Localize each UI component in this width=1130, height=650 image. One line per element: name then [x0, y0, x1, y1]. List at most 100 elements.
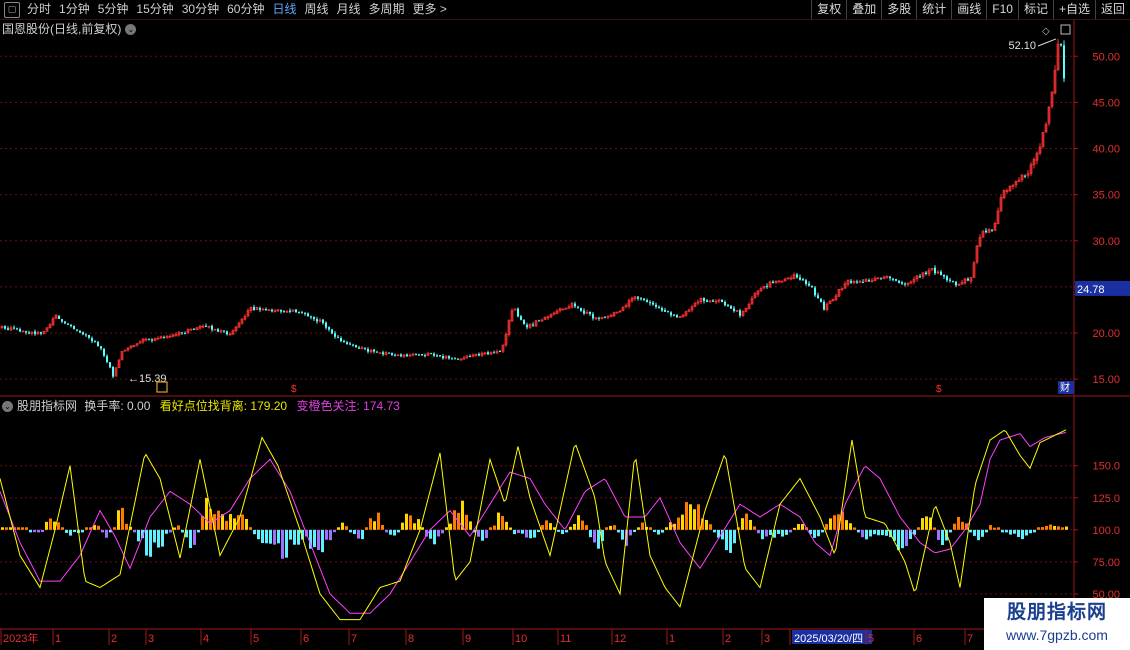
candle-body: [4, 325, 6, 329]
turnover-bar: [1057, 526, 1060, 530]
turnover-bar: [621, 529, 624, 540]
turnover-bar: [297, 529, 300, 545]
candle-body: [340, 338, 342, 342]
turnover-bar: [217, 510, 220, 530]
candle-body: [451, 358, 453, 360]
candle-body: [439, 355, 441, 357]
turnover-bar: [225, 520, 228, 530]
candle-body: [955, 281, 957, 286]
turnover-bar: [465, 514, 468, 530]
turnover-bar: [629, 529, 632, 536]
turnover-bar: [869, 529, 872, 537]
chart-area[interactable]: 50.0045.0040.0035.0030.0025.0020.0015.00…: [0, 0, 1130, 650]
turnover-bar: [925, 516, 928, 530]
turnover-bar: [577, 515, 580, 530]
candle-body: [946, 276, 948, 281]
turnover-bar: [905, 529, 908, 546]
turnover-bar: [277, 529, 280, 544]
turnover-bar: [713, 529, 716, 533]
turnover-bar: [993, 527, 996, 530]
candle-body: [388, 352, 390, 354]
turnover-bar: [449, 523, 452, 530]
turnover-bar: [589, 529, 592, 538]
candle-body: [103, 348, 105, 356]
price-tick-label: 30.00: [1092, 236, 1120, 248]
turnover-bar: [73, 529, 76, 533]
price-tick-label: 20.00: [1092, 328, 1120, 340]
candle-body: [454, 358, 456, 360]
turnover-bar: [1049, 524, 1052, 530]
candles: [0, 39, 1065, 379]
candle-body: [448, 356, 450, 359]
candle-body: [85, 334, 87, 336]
candle-body: [97, 341, 99, 347]
turnover-bar: [377, 512, 380, 530]
watermark-url: www.7gpzb.com: [1006, 627, 1108, 643]
time-label: 4: [203, 633, 209, 645]
candle-body: [58, 315, 60, 319]
candle-body: [823, 301, 825, 310]
turnover-bar: [477, 529, 480, 537]
candle-body: [106, 356, 108, 363]
turnover-bar: [33, 529, 36, 533]
candle-body: [391, 352, 393, 355]
turnover-bar: [549, 523, 552, 530]
candle-body: [217, 329, 219, 332]
turnover-bar: [445, 527, 448, 530]
candle-body: [415, 354, 417, 356]
turnover-bar: [853, 527, 856, 530]
turnover-bar: [373, 521, 376, 530]
turnover-bar: [417, 519, 420, 530]
turnover-bar: [521, 529, 524, 534]
candle-body: [655, 304, 657, 307]
turnover-bar: [857, 529, 860, 533]
turnover-bar: [793, 527, 796, 530]
turnover-bar: [413, 523, 416, 530]
candle-body: [7, 328, 9, 330]
turnover-bar: [177, 525, 180, 530]
candle-body: [850, 280, 852, 283]
candle-body: [280, 310, 282, 312]
candle-body: [949, 279, 951, 281]
turnover-bar: [21, 527, 24, 530]
turnover-bars: [1, 497, 1068, 559]
turnover-bar: [977, 529, 980, 541]
turnover-bar: [525, 529, 528, 538]
high-price-arrow: [1037, 38, 1057, 47]
candle-body: [952, 281, 954, 283]
candle-body: [88, 335, 90, 338]
turnover-bar: [37, 529, 40, 533]
turnover-bar: [389, 529, 392, 535]
candle-body: [856, 281, 858, 283]
candle-body: [61, 319, 63, 322]
candle-body: [739, 310, 741, 316]
turnover-bar: [229, 514, 232, 530]
candle-body: [799, 277, 801, 280]
candle-body: [991, 229, 993, 231]
candle-body: [892, 278, 894, 280]
candle-body: [76, 329, 78, 331]
candle-body: [430, 353, 432, 355]
candle-body: [163, 337, 165, 339]
candle-body: [649, 302, 651, 304]
turnover-bar: [609, 525, 612, 530]
candle-body: [25, 331, 27, 333]
turnover-bar: [933, 527, 936, 530]
candle-body: [780, 281, 784, 283]
turnover-bar: [865, 529, 868, 540]
turnover-bar: [961, 521, 964, 530]
turnover-bar: [613, 525, 616, 530]
indicator-tick-label: 125.0: [1092, 493, 1120, 505]
turnover-bar: [157, 529, 160, 548]
turnover-bar: [81, 529, 84, 533]
candle-body: [724, 301, 726, 306]
turnover-bar: [561, 529, 564, 535]
candle-body: [322, 319, 324, 324]
turnover-bar: [137, 529, 140, 542]
candle-body: [457, 358, 459, 360]
candle-body: [469, 356, 471, 358]
turnover-bar: [341, 522, 344, 530]
turnover-bar: [1061, 527, 1064, 530]
turnover-bar: [421, 527, 424, 530]
turnover-bar: [509, 527, 512, 530]
